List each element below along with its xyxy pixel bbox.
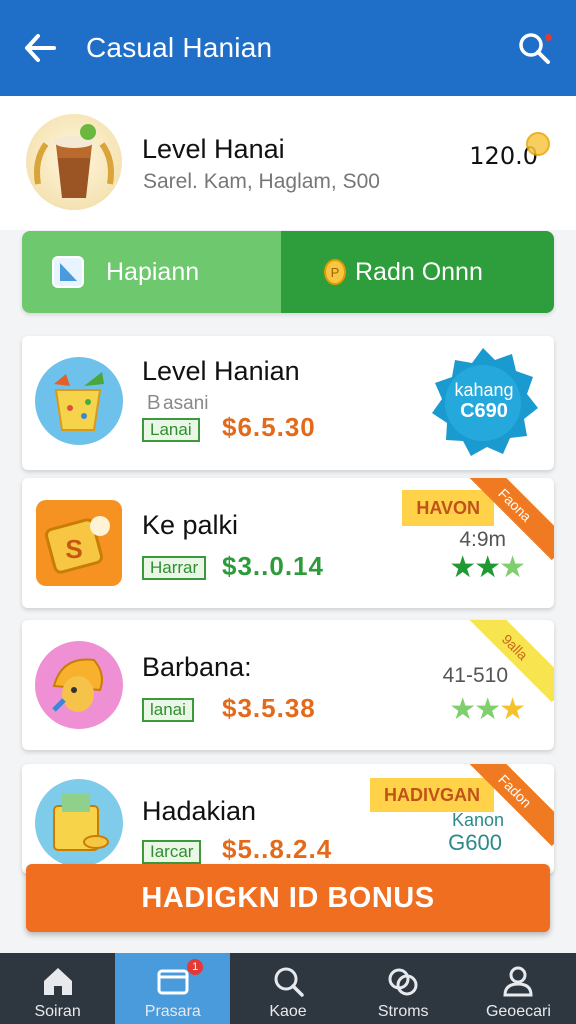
corner-label: 9alla <box>459 620 554 703</box>
game-item-card[interactable]: Barbana: lanai $3.5.38 9alla 41-510 ★★★ <box>22 620 554 750</box>
nav-item-kaoe[interactable]: Kaoe <box>230 953 345 1024</box>
nav-label: Geoecari <box>485 1003 551 1020</box>
item-rating: 41-510 <box>442 664 508 687</box>
nav-item-soiran[interactable]: Soiran <box>0 953 115 1024</box>
tab-label: Hapiann <box>106 257 200 286</box>
bonus-line-1: Kanon <box>451 810 504 830</box>
star-icon: ★ <box>474 693 501 726</box>
badge-line-2: C690 <box>460 400 508 422</box>
ticket-icon <box>52 256 84 288</box>
game-item-card[interactable]: Level Hanian Ｂasani Lanai $6.5.30 kahang… <box>22 336 554 470</box>
profile-icon <box>503 966 533 997</box>
item-rating: 4:9m <box>459 528 506 551</box>
nav-label: Soiran <box>34 1003 81 1020</box>
search-button[interactable] <box>516 30 556 70</box>
nav-badge: 1 <box>187 959 204 975</box>
nav-label: Kaoe <box>269 1003 307 1020</box>
money-bag-icon <box>35 779 123 867</box>
level-subtitle: Sarel. Kam, Haglam, S00 <box>143 170 380 193</box>
tab-radn-onnn[interactable]: P Radn Onnn <box>281 231 554 313</box>
badge-line-1: kahang <box>454 380 514 400</box>
item-tag: lanai <box>142 698 194 722</box>
page-title: Casual Hanian <box>86 32 273 63</box>
star-rating: ★★★ <box>449 692 526 727</box>
nav-label: Stroms <box>377 1003 429 1020</box>
item-tag: Lanai <box>142 418 200 442</box>
item-tag: Harrar <box>142 556 207 580</box>
star-icon: ★ <box>449 551 476 584</box>
hat-character-icon <box>35 641 123 729</box>
coin-icon: P <box>324 259 346 285</box>
back-button[interactable] <box>20 28 60 68</box>
app-bar: Casual Hanian <box>0 0 576 96</box>
item-price: $5..8.2.4 <box>222 834 333 864</box>
nav-item-stroms[interactable]: Stroms <box>346 953 461 1024</box>
item-tag: Iarcar <box>142 840 202 864</box>
item-price: $3..0.14 <box>222 551 324 581</box>
nav-item-prasara[interactable]: 1 Prasara <box>115 953 231 1024</box>
star-rating: ★★★ <box>449 550 526 585</box>
item-price: $6.5.30 <box>222 412 316 442</box>
star-icon: ★ <box>499 551 526 584</box>
search-icon <box>274 967 304 997</box>
star-icon: ★ <box>474 551 501 584</box>
cards-icon <box>157 969 189 995</box>
star-icon: ★ <box>449 693 476 726</box>
tab-bar: Hapiann P Radn Onnn <box>22 231 554 313</box>
item-price: $3.5.38 <box>222 693 316 723</box>
home-icon <box>43 968 72 995</box>
cup-icon <box>34 124 114 198</box>
item-description: Ｂasani <box>144 393 209 414</box>
item-name: Barbana: <box>142 652 252 682</box>
game-item-card[interactable]: Hadakian Iarcar $5..8.2.4 HADIVGAN Fadon… <box>22 764 554 874</box>
bonus-line-2: G600 <box>448 830 502 855</box>
promo-ribbon: HADIVGAN <box>369 778 494 812</box>
coins-icon <box>388 968 418 996</box>
coin-box-icon: S <box>36 500 122 586</box>
item-name: Ke palki <box>142 510 239 540</box>
nav-item-geoecari[interactable]: Geoecari <box>461 953 576 1024</box>
notification-dot <box>543 32 554 43</box>
arrow-left-icon <box>25 34 56 62</box>
bucket-icon <box>35 357 123 445</box>
bottom-nav: Soiran 1 Prasara Kaoe Stroms Geoecari <box>0 953 576 1024</box>
game-item-card[interactable]: S Ke palki Harrar $3..0.14 HAVON Faona 4… <box>22 478 554 608</box>
item-name: Hadakian <box>142 796 257 826</box>
svg-text:P: P <box>331 265 340 280</box>
coin-icon <box>526 132 550 156</box>
level-trophy-image <box>26 114 122 210</box>
level-header: Level Hanai Sarel. Kam, Haglam, S00 120.… <box>0 96 576 230</box>
item-name: Level Hanian <box>142 356 300 386</box>
svg-text:S: S <box>65 534 82 564</box>
promo-ribbon: HAVON <box>402 490 494 526</box>
tab-hapiann[interactable]: Hapiann <box>22 231 281 313</box>
nav-label: Prasara <box>144 1003 201 1020</box>
tab-label: Radn Onnn <box>355 257 483 286</box>
level-title: Level Hanai <box>142 134 285 164</box>
star-icon: ★ <box>499 693 526 726</box>
bonus-button[interactable]: HADIGKN ID BONUS <box>26 864 550 932</box>
